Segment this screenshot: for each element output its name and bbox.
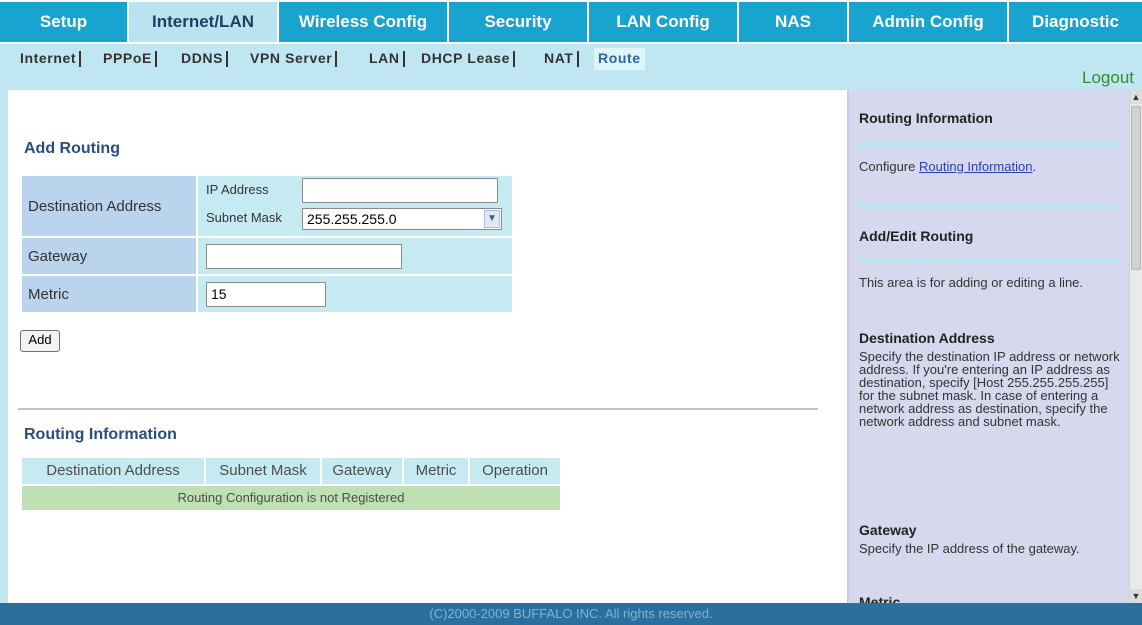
empty-routing-row: Routing Configuration is not Registered bbox=[22, 486, 560, 510]
metric-label: Metric bbox=[22, 276, 196, 312]
footer-copyright: (C)2000-2009 BUFFALO INC. All rights res… bbox=[0, 603, 1142, 625]
subnav-route-label: Route bbox=[598, 50, 641, 66]
metric-input[interactable]: 15 bbox=[206, 282, 326, 307]
help-scrollbar[interactable]: ▲ ▼ bbox=[1129, 90, 1142, 603]
divider bbox=[18, 408, 818, 410]
help-heading-gateway: Gateway bbox=[859, 522, 917, 538]
subnav-ddns[interactable]: DDNS bbox=[181, 48, 229, 70]
separator bbox=[154, 51, 157, 68]
gateway-label-text: Gateway bbox=[28, 247, 88, 265]
separator bbox=[513, 51, 516, 68]
gateway-field bbox=[198, 238, 512, 274]
subnav-lan[interactable]: LAN bbox=[369, 48, 405, 70]
separator bbox=[79, 51, 82, 68]
metric-label-text: Metric bbox=[28, 285, 69, 303]
metric-field: 15 bbox=[198, 276, 512, 312]
subnav-lan-label: LAN bbox=[369, 50, 400, 66]
help-heading-routing-information: Routing Information bbox=[859, 110, 993, 126]
scroll-thumb[interactable] bbox=[1131, 106, 1141, 270]
gateway-input[interactable] bbox=[206, 244, 402, 269]
help-panel: Routing Information Configure Routing In… bbox=[847, 90, 1129, 603]
ip-address-label: IP Address bbox=[206, 182, 269, 197]
tab-security[interactable]: Security bbox=[449, 2, 589, 42]
subnav-pppoe-label: PPPoE bbox=[103, 50, 152, 66]
subnav-nat[interactable]: NAT bbox=[544, 48, 579, 70]
separator bbox=[226, 51, 229, 68]
destination-address-label-text: Destination Address bbox=[28, 197, 162, 215]
column-header-destination: Destination Address bbox=[22, 458, 204, 484]
column-header-operation: Operation bbox=[470, 458, 560, 484]
top-navigation: Setup Internet/LAN Wireless Config Secur… bbox=[0, 0, 1142, 44]
help-text-configure: Configure Routing Information. bbox=[859, 160, 1121, 173]
subnet-mask-label: Subnet Mask bbox=[206, 210, 282, 225]
tab-lan-config[interactable]: LAN Config bbox=[589, 2, 739, 42]
help-divider bbox=[857, 258, 1119, 264]
subnav-pppoe[interactable]: PPPoE bbox=[103, 48, 157, 70]
tab-wireless-config[interactable]: Wireless Config bbox=[279, 2, 449, 42]
subnav-internet[interactable]: Internet bbox=[20, 48, 82, 70]
scroll-down-icon[interactable]: ▼ bbox=[1130, 589, 1142, 603]
subnav-route[interactable]: Route bbox=[594, 48, 645, 70]
help-heading-add-edit-routing: Add/Edit Routing bbox=[859, 228, 974, 244]
help-text-destination: Specify the destination IP address or ne… bbox=[859, 349, 1120, 429]
separator bbox=[402, 51, 405, 68]
help-divider bbox=[857, 204, 1119, 210]
help-heading-metric: Metric bbox=[859, 594, 901, 603]
subnav-internet-label: Internet bbox=[20, 50, 77, 66]
help-text-configure-suffix: . bbox=[1032, 159, 1037, 174]
main-content: Add Routing Destination Address IP Addre… bbox=[0, 90, 847, 603]
column-header-metric: Metric bbox=[404, 458, 468, 484]
separator bbox=[335, 51, 338, 68]
column-header-subnet-mask: Subnet Mask bbox=[206, 458, 320, 484]
chevron-down-icon[interactable]: ▼ bbox=[484, 210, 500, 228]
help-text-configure-prefix: Configure bbox=[859, 159, 919, 174]
subnet-mask-value: 255.255.255.0 bbox=[307, 211, 397, 227]
subnav-vpn-server-label: VPN Server bbox=[250, 50, 333, 66]
add-routing-title: Add Routing bbox=[24, 140, 120, 157]
help-divider bbox=[857, 142, 1119, 148]
help-text-add-edit: This area is for adding or editing a lin… bbox=[859, 275, 1084, 290]
column-header-gateway: Gateway bbox=[322, 458, 402, 484]
destination-address-label: Destination Address bbox=[22, 176, 196, 236]
destination-address-field: IP Address Subnet Mask 255.255.255.0 ▼ bbox=[198, 176, 512, 236]
subnav-dhcp-lease[interactable]: DHCP Lease bbox=[421, 48, 516, 70]
tab-diagnostic[interactable]: Diagnostic bbox=[1009, 2, 1142, 42]
tab-internet-lan[interactable]: Internet/LAN bbox=[129, 2, 279, 42]
subnav-dhcp-lease-label: DHCP Lease bbox=[421, 50, 511, 66]
help-heading-destination-address: Destination Address bbox=[859, 330, 995, 346]
tab-nas[interactable]: NAS bbox=[739, 2, 849, 42]
sub-navigation: Internet PPPoE DDNS VPN Server LAN DHCP … bbox=[0, 44, 1142, 90]
subnav-ddns-label: DDNS bbox=[181, 50, 224, 66]
scroll-up-icon[interactable]: ▲ bbox=[1130, 90, 1142, 104]
ip-address-input[interactable] bbox=[302, 178, 498, 203]
tab-setup[interactable]: Setup bbox=[0, 2, 129, 42]
tab-admin-config[interactable]: Admin Config bbox=[849, 2, 1009, 42]
subnet-mask-select[interactable]: 255.255.255.0 ▼ bbox=[302, 208, 502, 230]
routing-information-link[interactable]: Routing Information bbox=[919, 159, 1032, 174]
logout-link[interactable]: Logout bbox=[1082, 68, 1134, 88]
routing-information-title: Routing Information bbox=[24, 426, 177, 443]
separator bbox=[576, 51, 579, 68]
gateway-label: Gateway bbox=[22, 238, 196, 274]
help-text-gateway: Specify the IP address of the gateway. bbox=[859, 541, 1080, 556]
add-button[interactable]: Add bbox=[20, 330, 60, 352]
subnav-vpn-server[interactable]: VPN Server bbox=[250, 48, 338, 70]
subnav-nat-label: NAT bbox=[544, 50, 574, 66]
